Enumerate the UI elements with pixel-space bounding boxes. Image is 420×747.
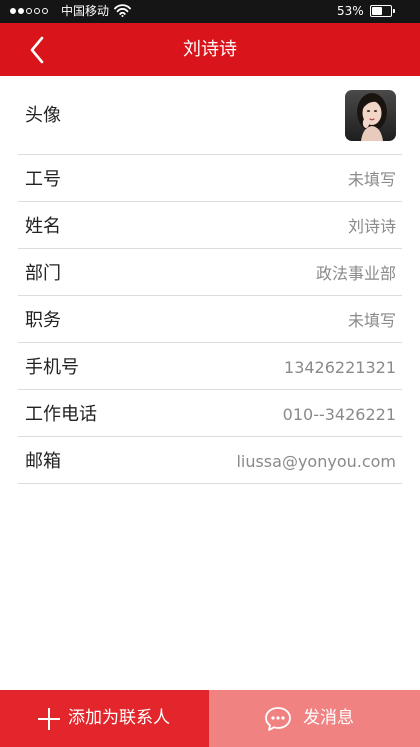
battery-percent: 53%: [337, 4, 364, 18]
work-phone-row[interactable]: 工作电话 010--3426221: [18, 390, 402, 437]
department-label: 部门: [25, 263, 61, 284]
name-value: 刘诗诗: [347, 217, 396, 236]
signal-dots-icon: [10, 8, 48, 14]
position-value: 未填写: [347, 311, 396, 330]
avatar-label: 头像: [25, 105, 61, 126]
page-title: 刘诗诗: [183, 39, 237, 60]
add-contact-label: 添加为联系人: [68, 708, 170, 728]
send-message-button[interactable]: 发消息: [209, 690, 420, 747]
position-label: 职务: [25, 310, 61, 331]
mobile-label: 手机号: [25, 357, 79, 378]
carrier-name: 中国移动: [61, 4, 110, 18]
plus-icon: [38, 708, 60, 730]
status-bar: 中国移动 53%: [0, 0, 420, 23]
work-phone-label: 工作电话: [25, 404, 97, 425]
work-phone-value[interactable]: 010--3426221: [283, 404, 396, 426]
avatar-row[interactable]: 头像: [18, 76, 402, 155]
bottom-action-bar: 添加为联系人 发消息: [0, 690, 420, 747]
add-contact-button[interactable]: 添加为联系人: [0, 690, 209, 747]
position-row: 职务 未填写: [18, 296, 402, 343]
email-row[interactable]: 邮箱 liussa@yonyou.com: [18, 437, 402, 484]
wifi-icon: [114, 4, 131, 17]
mobile-row[interactable]: 手机号 13426221321: [18, 343, 402, 390]
profile-list: 头像 工号 未填写 姓名 刘诗诗 部门 政法事业部 职务 未填写 手机号 134…: [0, 76, 420, 484]
name-label: 姓名: [25, 216, 61, 237]
email-value[interactable]: liussa@yonyou.com: [236, 451, 396, 473]
email-label: 邮箱: [25, 451, 61, 472]
employee-id-value: 未填写: [347, 170, 396, 189]
mobile-value[interactable]: 13426221321: [284, 357, 396, 379]
avatar[interactable]: [345, 90, 396, 141]
employee-id-label: 工号: [25, 169, 61, 190]
send-message-label: 发消息: [303, 708, 354, 728]
name-row: 姓名 刘诗诗: [18, 202, 402, 249]
contact-detail-screen: 中国移动 53% 刘诗诗 头像 工号 未填写 姓名 刘诗诗 部门 政法事业部 职…: [0, 0, 420, 747]
nav-bar: 刘诗诗: [0, 23, 420, 76]
avatar-photo: [345, 90, 396, 141]
chat-bubble-icon: [265, 707, 291, 731]
department-row: 部门 政法事业部: [18, 249, 402, 296]
battery-icon: [370, 5, 395, 17]
employee-id-row: 工号 未填写: [18, 155, 402, 202]
department-value: 政法事业部: [315, 264, 396, 283]
